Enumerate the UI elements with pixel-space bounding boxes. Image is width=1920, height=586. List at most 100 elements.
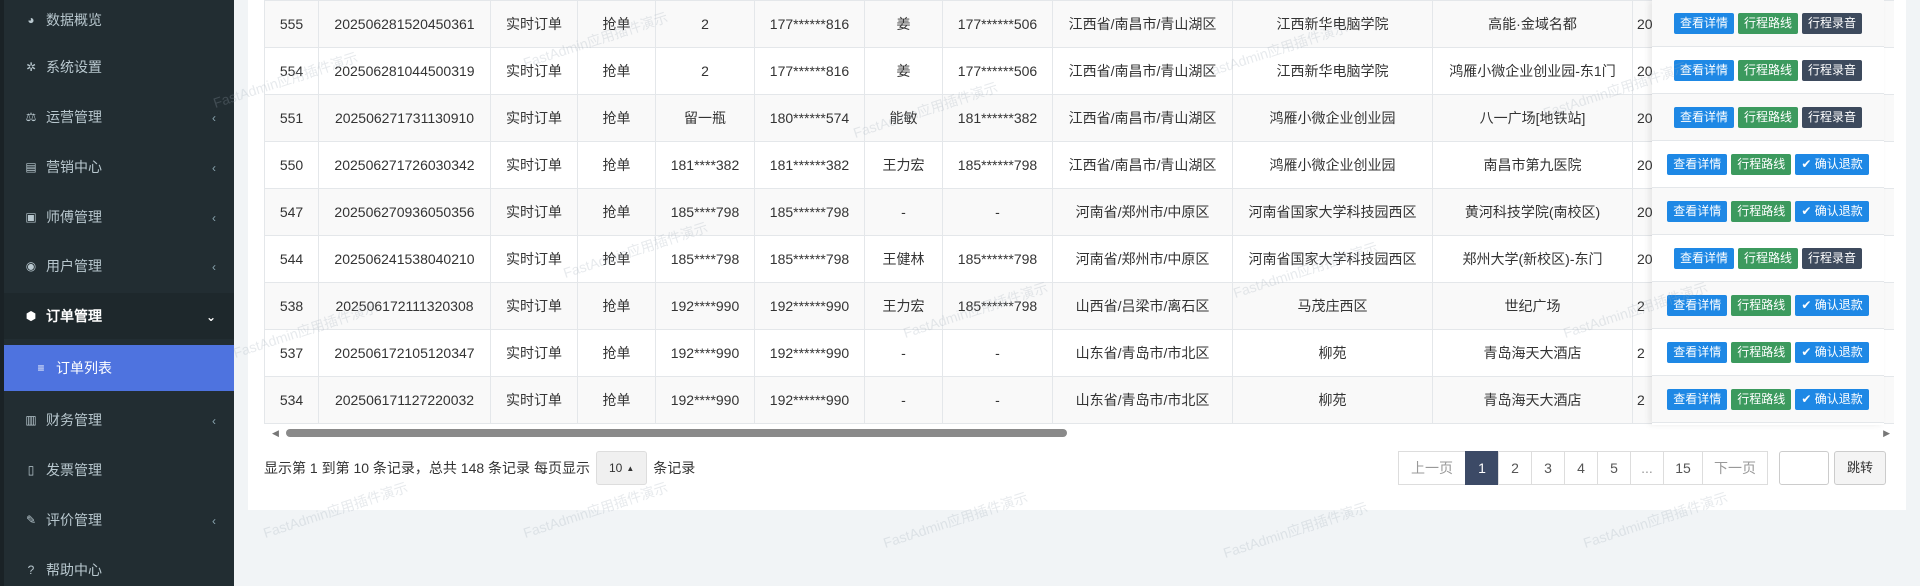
cell-mode: 抢单 <box>577 188 656 236</box>
page-size-dropdown[interactable]: 10 ▲ <box>595 451 648 485</box>
view-detail-button[interactable]: 查看详情 <box>1667 153 1728 175</box>
cell-type: 实时订单 <box>490 188 578 236</box>
table-row: 537 202506172105120347 实时订单 抢单 192****990 192… <box>264 329 1894 377</box>
view-detail-button[interactable]: 查看详情 <box>1667 200 1728 222</box>
action-row: 查看详情 行程路线 ✔ 确认退款 <box>1652 282 1884 329</box>
trip-route-button[interactable]: 行程路线 <box>1731 341 1792 363</box>
trip-route-button[interactable]: 行程路线 <box>1737 106 1798 128</box>
id-card-icon: ▣ <box>25 210 37 224</box>
scrollbar-thumb[interactable] <box>286 429 1067 437</box>
view-detail-button[interactable]: 查看详情 <box>1673 106 1734 128</box>
page-number-button[interactable]: 1 <box>1465 451 1499 485</box>
cell-order-no: 202506171127220032 <box>318 376 491 424</box>
trip-route-button[interactable]: 行程路线 <box>1731 200 1792 222</box>
cell-area: 江西省/南昌市/青山湖区 <box>1052 47 1233 95</box>
sidebar-item-5[interactable]: ◉ 用户管理 ‹ <box>4 243 234 289</box>
trip-audio-button[interactable]: 行程录音 <box>1802 247 1863 269</box>
trip-route-button[interactable]: 行程路线 <box>1737 59 1798 81</box>
sidebar-item-1[interactable]: ✲ 系统设置 <box>4 44 234 90</box>
trip-audio-button[interactable]: 行程录音 <box>1802 59 1863 81</box>
sidebar-item-8[interactable]: ▥ 财务管理 ‹ <box>4 397 234 443</box>
pagination: 上一页 1 2 3 4 5... 15 下一页 <box>1398 451 1768 485</box>
cell-area: 山西省/吕梁市/离石区 <box>1052 282 1233 330</box>
view-detail-button[interactable]: 查看详情 <box>1667 388 1728 410</box>
cell-driver-phone: 177******506 <box>942 47 1053 95</box>
cell-id: 544 <box>264 235 319 283</box>
trip-route-button[interactable]: 行程路线 <box>1731 388 1792 410</box>
sidebar-item-2[interactable]: ⚖ 运营管理 ‹ <box>4 94 234 140</box>
cell-mode: 抢单 <box>577 0 656 48</box>
cell-driver: - <box>864 329 943 377</box>
sidebar-item-9[interactable]: ▯ 发票管理 <box>4 447 234 493</box>
sidebar-item-4[interactable]: ▣ 师傅管理 ‹ <box>4 194 234 240</box>
sidebar-item-6[interactable]: ⬢ 订单管理 ⌄ <box>4 293 234 339</box>
cell-area: 江西省/南昌市/青山湖区 <box>1052 0 1233 48</box>
scroll-left-arrow-icon[interactable]: ◀ <box>272 428 279 439</box>
trip-route-button[interactable]: 行程路线 <box>1737 12 1798 34</box>
page-number-button[interactable]: 4 <box>1564 451 1598 485</box>
confirm-refund-button[interactable]: ✔ 确认退款 <box>1795 153 1869 175</box>
table-row: 550 202506271726030342 实时订单 抢单 181****382 181… <box>264 141 1894 189</box>
cell-passenger-phone: 185******798 <box>754 235 865 283</box>
cell-end: 青岛海天大酒店 <box>1432 329 1633 377</box>
cell-order-no: 202506271731130910 <box>318 94 491 142</box>
sidebar-item-label: 财务管理 <box>46 412 102 428</box>
jump-button[interactable]: 跳转 <box>1834 451 1886 485</box>
cell-driver: 姜 <box>864 0 943 48</box>
page-number-button[interactable]: 5 <box>1597 451 1631 485</box>
prev-page-button[interactable]: 上一页 <box>1398 451 1466 485</box>
cell-start: 鸿雁小微企业创业园 <box>1232 94 1433 142</box>
cell-id: 551 <box>264 94 319 142</box>
confirm-refund-button[interactable]: ✔ 确认退款 <box>1795 294 1869 316</box>
help-icon: ? <box>27 563 35 577</box>
view-detail-button[interactable]: 查看详情 <box>1667 294 1728 316</box>
horizontal-scrollbar[interactable]: ◀ ▶ <box>264 426 1894 440</box>
sidebar-item-0[interactable]: ◕ 数据概览 <box>4 0 234 43</box>
view-detail-button[interactable]: 查看详情 <box>1673 59 1734 81</box>
sidebar-item-7[interactable]: ≡ 订单列表 <box>4 345 234 391</box>
actions-column: 查看详情 行程路线 行程录音 查看详情 行程路线 行程录音 查看详情 行程路线 行程录音 查看详情… <box>1652 0 1884 425</box>
confirm-refund-button[interactable]: ✔ 确认退款 <box>1795 341 1869 363</box>
jump-page-input[interactable] <box>1779 451 1829 485</box>
page-number-button[interactable]: 15 <box>1663 451 1703 485</box>
view-detail-button[interactable]: 查看详情 <box>1673 247 1734 269</box>
action-row: 查看详情 行程路线 行程录音 <box>1652 235 1884 282</box>
page-number-button[interactable]: 3 <box>1531 451 1565 485</box>
table-row: 555 202506281520450361 实时订单 抢单 2 177******816… <box>264 0 1894 48</box>
cell-end: 八一广场[地铁站] <box>1432 94 1633 142</box>
view-detail-button[interactable]: 查看详情 <box>1667 341 1728 363</box>
table-row: 544 202506241538040210 实时订单 抢单 185****798 185… <box>264 235 1894 283</box>
cell-driver-phone: 181******382 <box>942 94 1053 142</box>
cell-mode: 抢单 <box>577 47 656 95</box>
scroll-right-arrow-icon[interactable]: ▶ <box>1883 428 1890 439</box>
trip-route-button[interactable]: 行程路线 <box>1731 153 1792 175</box>
confirm-refund-button[interactable]: ✔ 确认退款 <box>1795 200 1869 222</box>
confirm-refund-button[interactable]: ✔ 确认退款 <box>1795 388 1869 410</box>
cell-mode: 抢单 <box>577 282 656 330</box>
sidebar-item-10[interactable]: ✎ 评价管理 ‹ <box>4 497 234 543</box>
cell-end: 青岛海天大酒店 <box>1432 376 1633 424</box>
cell-driver: 王力宏 <box>864 141 943 189</box>
table-row: 554 202506281044500319 实时订单 抢单 2 177******816… <box>264 47 1894 95</box>
trip-audio-button[interactable]: 行程录音 <box>1802 12 1863 34</box>
trip-route-button[interactable]: 行程路线 <box>1731 294 1792 316</box>
trip-route-button[interactable]: 行程路线 <box>1737 247 1798 269</box>
view-detail-button[interactable]: 查看详情 <box>1673 12 1734 34</box>
next-page-button[interactable]: 下一页 <box>1702 451 1768 485</box>
cell-order-no: 202506241538040210 <box>318 235 491 283</box>
cell-end: 高能·金域名都 <box>1432 0 1633 48</box>
cell-passenger: 192****990 <box>655 329 755 377</box>
sidebar-item-label: 帮助中心 <box>46 562 102 578</box>
chevron-left-icon: ‹ <box>212 161 216 175</box>
cell-passenger-phone: 177******816 <box>754 0 865 48</box>
sidebar-item-3[interactable]: ▤ 营销中心 ‹ <box>4 144 234 190</box>
page-number-button[interactable]: 2 <box>1498 451 1532 485</box>
cell-passenger-phone: 180******574 <box>754 94 865 142</box>
order-table-wrapper: 555 202506281520450361 实时订单 抢单 2 177******816… <box>264 0 1894 425</box>
cell-mode: 抢单 <box>577 235 656 283</box>
cell-driver: - <box>864 376 943 424</box>
dashboard-icon: ◕ <box>27 13 35 27</box>
sidebar-item-11[interactable]: ? 帮助中心 <box>4 547 234 586</box>
trip-audio-button[interactable]: 行程录音 <box>1802 106 1863 128</box>
cell-id: 554 <box>264 47 319 95</box>
